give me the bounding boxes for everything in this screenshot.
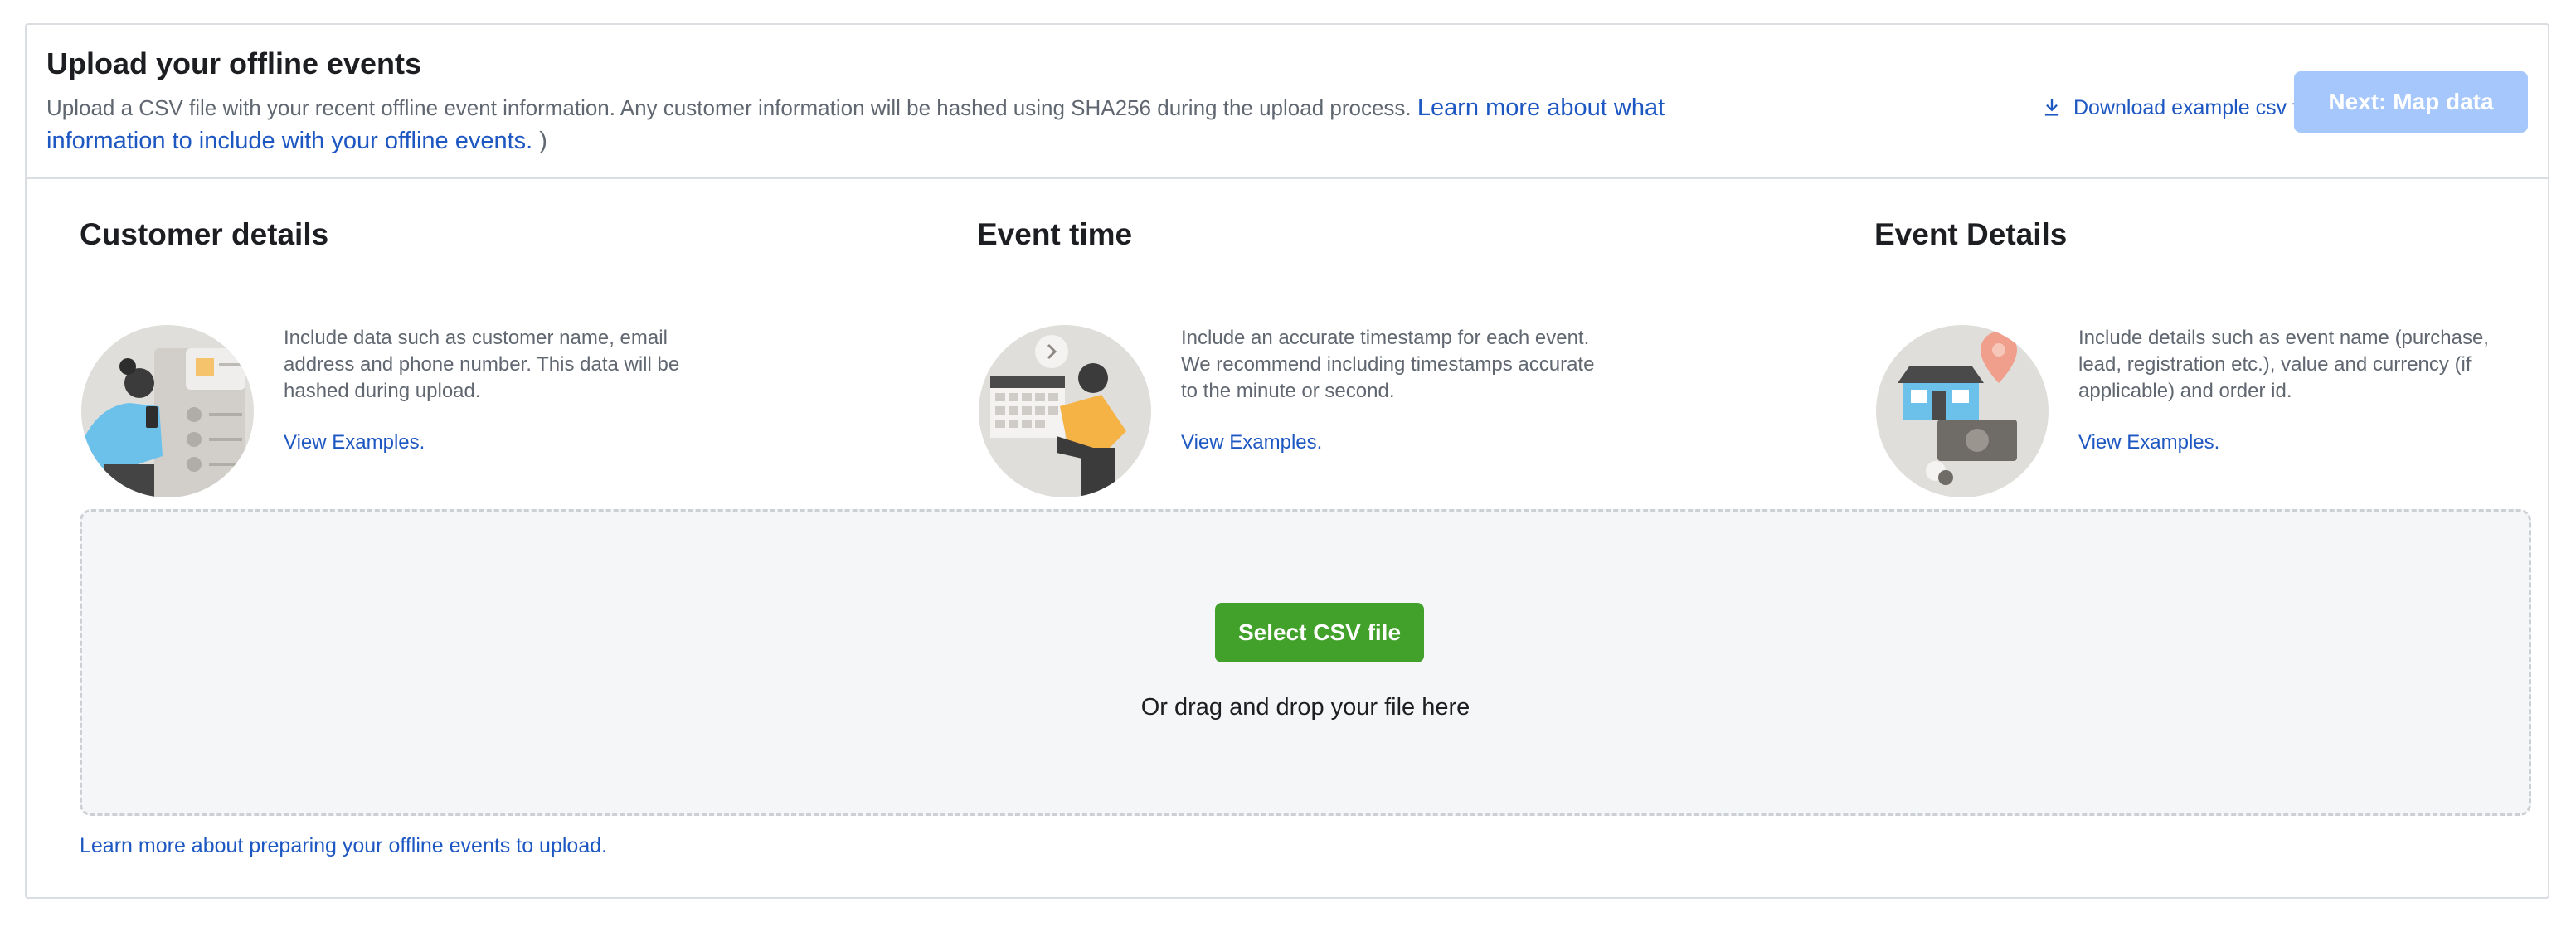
section-title: Event time [977, 217, 1133, 251]
select-csv-file-button[interactable]: Select CSV file [1215, 603, 1424, 662]
upload-header: Upload your offline events Upload a CSV … [27, 25, 2548, 179]
section-description: Include details such as event name (purc… [2078, 327, 2489, 402]
upload-description: Upload a CSV file with your recent offli… [46, 91, 1738, 158]
csv-dropzone[interactable]: Select CSV file Or drag and drop your fi… [80, 509, 2531, 816]
view-examples-link[interactable]: View Examples. [2078, 431, 2219, 454]
person-with-phone-illustration [81, 325, 254, 497]
calendar-clock-illustration [979, 325, 1151, 497]
section-title: Customer details [80, 217, 329, 251]
download-label: Download example csv file [2073, 95, 2319, 119]
section-event-details: Event Details Include details such as ev… [1874, 217, 2576, 499]
description-text: Upload a CSV file with your recent offli… [46, 95, 1417, 120]
section-description: Include data such as customer name, emai… [284, 327, 680, 402]
next-map-data-button[interactable]: Next: Map data [2294, 71, 2528, 133]
description-tail: ) [532, 128, 547, 154]
upload-card: Upload your offline events Upload a CSV … [25, 23, 2549, 899]
view-examples-link[interactable]: View Examples. [1181, 431, 1322, 454]
download-icon [2044, 99, 2059, 116]
page-title: Upload your offline events [46, 46, 422, 80]
section-description: Include an accurate timestamp for each e… [1181, 327, 1595, 402]
section-event-time: Event time Include an accurate timestamp… [977, 217, 1723, 499]
download-example-link[interactable]: Download example csv file [2040, 90, 2319, 126]
learn-more-preparing-link[interactable]: Learn more about preparing your offline … [80, 834, 607, 858]
section-customer-details: Customer details Include data such as cu… [80, 217, 826, 499]
view-examples-link[interactable]: View Examples. [284, 431, 425, 454]
section-title: Event Details [1874, 217, 2068, 251]
store-location-money-illustration [1876, 325, 2049, 497]
drag-drop-hint: Or drag and drop your file here [1140, 694, 1470, 721]
